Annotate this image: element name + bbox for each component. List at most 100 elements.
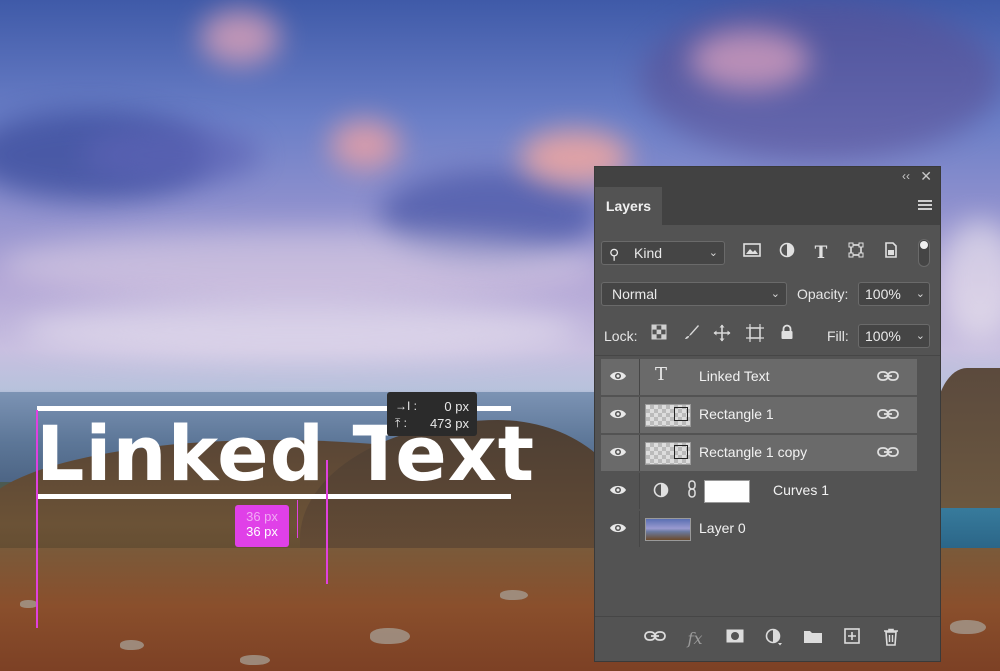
layer-separator <box>639 359 640 395</box>
image-filter-icon[interactable] <box>741 242 763 264</box>
shape-filter-icon[interactable] <box>845 242 867 264</box>
layer-thumbnail <box>645 442 691 465</box>
layer-name[interactable]: Curves 1 <box>773 482 829 498</box>
link-icon <box>877 445 899 459</box>
cloud <box>80 125 260 185</box>
measure-bottom: 36 px <box>246 524 278 539</box>
fx-icon[interactable]: fx <box>683 628 707 650</box>
adjustment-icon[interactable] <box>762 628 786 650</box>
tab-layers[interactable]: Layers <box>595 187 662 225</box>
visibility-eye-icon[interactable] <box>609 483 627 497</box>
chevron-down-icon[interactable]: ⌄ <box>916 325 925 347</box>
opacity-value: 100% <box>865 286 901 302</box>
rock <box>500 590 528 600</box>
smart-object-filter-icon[interactable] <box>880 242 902 264</box>
panel-titlebar[interactable]: ‹‹ ✕ <box>595 167 940 187</box>
layer-separator <box>639 397 640 433</box>
group-folder-icon[interactable] <box>801 628 825 650</box>
fill-field[interactable]: 100% ⌄ <box>858 324 930 348</box>
rock <box>120 640 144 650</box>
opacity-label: Opacity: <box>797 286 849 302</box>
mask-icon[interactable] <box>723 628 747 650</box>
dy-value: 473 px <box>429 415 469 431</box>
type-filter-icon[interactable]: T <box>810 242 832 264</box>
dx-value: 0 px <box>444 398 469 414</box>
opacity-field[interactable]: 100% ⌄ <box>858 282 930 306</box>
collapse-panel-button[interactable]: ‹‹ <box>902 169 910 183</box>
layer-row-rectangle-1[interactable]: Rectangle 1 <box>601 397 917 433</box>
panel-divider <box>595 355 940 356</box>
blend-mode-value: Normal <box>612 286 658 302</box>
visibility-eye-icon[interactable] <box>609 521 627 535</box>
visibility-eye-icon[interactable] <box>609 407 627 421</box>
layer-name[interactable]: Rectangle 1 <box>699 406 774 422</box>
layer-separator <box>639 435 640 471</box>
lock-position-icon[interactable] <box>711 324 733 346</box>
type-layer-icon: T <box>655 364 668 385</box>
layer-mask-thumbnail[interactable] <box>704 480 750 503</box>
panel-tabbar: Layers <box>595 187 940 225</box>
filter-kind-value: Kind <box>634 245 663 261</box>
smart-guide <box>297 500 298 538</box>
measure-top: 36 px <box>246 509 278 524</box>
lock-image-pixels-icon[interactable] <box>681 324 703 346</box>
layer-separator <box>639 473 640 509</box>
lock-all-icon[interactable] <box>776 324 798 346</box>
cloud <box>940 220 1000 340</box>
layer-row-curves-1[interactable]: Curves 1 <box>601 473 917 509</box>
lock-transparent-pixels-icon[interactable] <box>648 324 670 346</box>
layer-name[interactable]: Layer 0 <box>699 520 746 536</box>
trash-icon[interactable] <box>879 628 903 650</box>
search-icon: ⚲ <box>609 246 620 262</box>
filter-kind-select[interactable]: ⚲ Kind ⌄ <box>601 241 725 265</box>
filter-toggle-switch[interactable] <box>918 239 930 267</box>
smart-guide <box>36 410 38 628</box>
smart-guide <box>326 460 328 584</box>
link-icon <box>877 407 899 421</box>
link-layers-icon[interactable] <box>643 628 667 650</box>
layers-scrollbar[interactable] <box>918 359 940 621</box>
mask-chain-icon[interactable] <box>687 480 697 501</box>
link-icon <box>877 369 899 383</box>
hill <box>935 368 1000 508</box>
layer-row-rectangle-1-copy[interactable]: Rectangle 1 copy <box>601 435 917 471</box>
fill-value: 100% <box>865 328 901 344</box>
lock-label: Lock: <box>604 328 638 344</box>
layers-bottom-toolbar: fx <box>595 616 940 661</box>
lock-artboard-icon[interactable] <box>744 324 766 346</box>
move-offset-tooltip: →I : 0 px ⤒ : 473 px <box>387 392 477 436</box>
spacing-measure-badge: 36 px 36 px <box>235 505 289 547</box>
shape-layer-icon <box>674 407 688 421</box>
chevron-down-icon: ⌄ <box>770 288 780 300</box>
layer-name[interactable]: Linked Text <box>699 368 770 384</box>
rock <box>950 620 986 634</box>
adjustment-filter-icon[interactable] <box>776 242 798 264</box>
shape-layer-icon <box>674 445 688 459</box>
dx-label: →I : <box>395 399 418 413</box>
fill-label: Fill: <box>827 328 849 344</box>
cloud <box>20 300 580 360</box>
adjustment-layer-icon <box>653 482 669 502</box>
cloud <box>690 30 810 90</box>
rock <box>240 655 270 665</box>
layer-name[interactable]: Rectangle 1 copy <box>699 444 807 460</box>
chevron-down-icon[interactable]: ⌄ <box>916 283 925 305</box>
close-panel-button[interactable]: ✕ <box>920 168 932 185</box>
chevron-down-icon: ⌄ <box>708 247 718 259</box>
layers-panel: ‹‹ ✕ Layers ⚲ Kind ⌄ T Normal ⌄ Opacity:… <box>594 166 941 662</box>
cloud <box>0 230 600 300</box>
panel-menu-icon[interactable] <box>918 200 932 212</box>
cloud <box>640 0 1000 160</box>
layer-row-linked-text[interactable]: T Linked Text <box>601 359 917 395</box>
layer-row-layer-0[interactable]: Layer 0 <box>601 511 917 547</box>
visibility-eye-icon[interactable] <box>609 445 627 459</box>
layer-thumbnail <box>645 404 691 427</box>
layer-thumbnail <box>645 518 691 541</box>
cloud <box>330 120 400 170</box>
rock <box>370 628 410 644</box>
blend-mode-select[interactable]: Normal ⌄ <box>601 282 787 306</box>
dy-label: ⤒ : <box>395 415 407 430</box>
visibility-eye-icon[interactable] <box>609 369 627 383</box>
layer-separator <box>639 511 640 547</box>
new-layer-icon[interactable] <box>840 628 864 650</box>
